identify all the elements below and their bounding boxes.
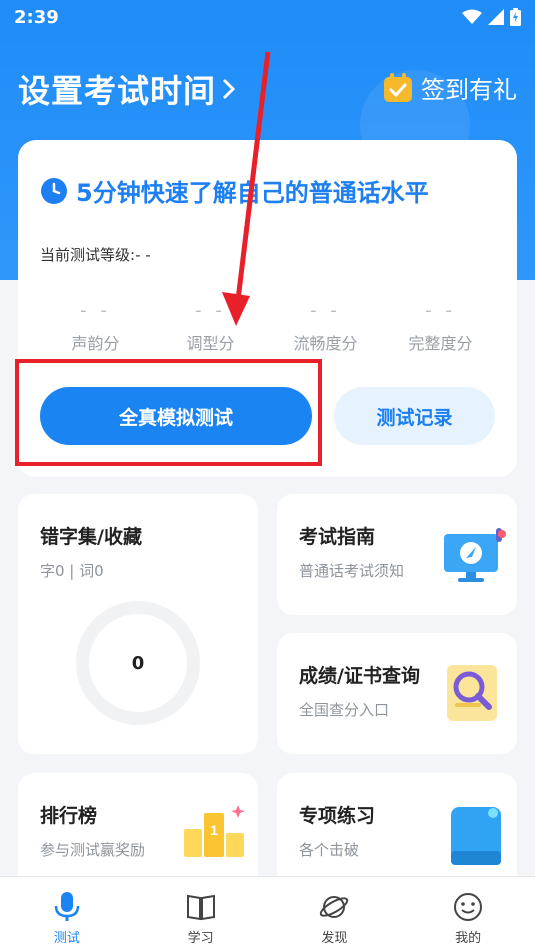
count-ring: 0 xyxy=(76,601,200,725)
tab-label: 发现 xyxy=(321,931,348,946)
tab-label: 学习 xyxy=(187,931,214,946)
smiley-icon xyxy=(454,893,483,921)
score-label: 声韵分 xyxy=(71,334,120,353)
chevron-right-icon xyxy=(222,78,236,100)
book-icon xyxy=(186,894,215,921)
status-bar: 2:39 xyxy=(0,0,535,38)
current-level: 当前测试等级:- - xyxy=(40,244,151,265)
score-item: - - 完整度分 xyxy=(383,300,498,354)
wrong-count: 0 xyxy=(131,652,145,674)
microphone-icon xyxy=(54,892,80,921)
card-subtitle: 字0 | 词0 xyxy=(40,562,104,580)
test-card-title: 5分钟快速了解自己的普通话水平 xyxy=(76,179,429,207)
score-value: - - xyxy=(195,300,226,321)
status-time: 2:39 xyxy=(14,7,59,28)
card-title: 专项练习 xyxy=(299,805,376,827)
checkin-button[interactable]: 签到有礼 xyxy=(383,70,517,105)
monitor-icon xyxy=(444,528,506,582)
full-mock-test-button[interactable]: 全真模拟测试 xyxy=(40,387,312,445)
card-title: 错字集/收藏 xyxy=(40,526,142,548)
svg-text:1: 1 xyxy=(210,822,218,838)
exam-guide-card[interactable]: 考试指南 普通话考试须知 xyxy=(277,494,517,615)
podium-icon: 1 xyxy=(184,805,245,857)
card-subtitle: 普通话考试须知 xyxy=(299,562,405,580)
card-title: 排行榜 xyxy=(40,805,98,827)
wifi-icon xyxy=(462,9,482,24)
checkin-label: 签到有礼 xyxy=(421,76,517,104)
score-query-card[interactable]: 成绩/证书查询 全国查分入口 xyxy=(277,633,517,754)
score-item: - - 调型分 xyxy=(153,300,268,354)
score-label: 调型分 xyxy=(186,334,235,353)
tab-test[interactable]: 测试 xyxy=(0,877,134,951)
calendar-check-icon xyxy=(384,72,412,102)
tab-profile[interactable]: 我的 xyxy=(401,877,535,951)
level-label: 当前测试等级: xyxy=(40,246,136,264)
tab-label: 测试 xyxy=(53,931,80,946)
card-subtitle: 各个击破 xyxy=(299,841,360,859)
tab-label: 我的 xyxy=(455,931,482,946)
score-item: - - 流畅度分 xyxy=(268,300,383,354)
card-title: 考试指南 xyxy=(299,526,376,548)
score-row: - - 声韵分 - - 调型分 - - 流畅度分 - - 完整度分 xyxy=(38,300,498,354)
quick-test-card: 5分钟快速了解自己的普通话水平 当前测试等级:- - - - 声韵分 - - 调… xyxy=(18,140,517,477)
card-subtitle: 全国查分入口 xyxy=(299,701,390,719)
level-value: - - xyxy=(135,246,151,264)
card-title: 成绩/证书查询 xyxy=(299,665,420,687)
bottom-tab-bar: 测试 学习 发现 我的 xyxy=(0,876,535,951)
score-value: - - xyxy=(310,300,341,321)
card-subtitle: 参与测试赢奖励 xyxy=(40,841,146,859)
tab-learn[interactable]: 学习 xyxy=(134,877,268,951)
tab-discover[interactable]: 发现 xyxy=(268,877,402,951)
planet-icon xyxy=(320,896,349,918)
wrong-words-card[interactable]: 错字集/收藏 字0 | 词0 0 xyxy=(18,494,258,754)
set-exam-time-link[interactable]: 设置考试时间 xyxy=(18,66,238,112)
search-certificate-icon xyxy=(447,665,497,721)
score-label: 完整度分 xyxy=(408,334,473,353)
clock-icon xyxy=(41,177,67,204)
score-item: - - 声韵分 xyxy=(38,300,153,354)
score-value: - - xyxy=(425,300,456,321)
page-title: 设置考试时间 xyxy=(18,72,217,110)
battery-icon xyxy=(510,8,521,26)
test-record-button[interactable]: 测试记录 xyxy=(334,387,495,445)
score-label: 流畅度分 xyxy=(293,334,358,353)
notebook-icon xyxy=(451,807,501,865)
score-value: - - xyxy=(80,300,111,321)
signal-icon xyxy=(488,9,504,25)
